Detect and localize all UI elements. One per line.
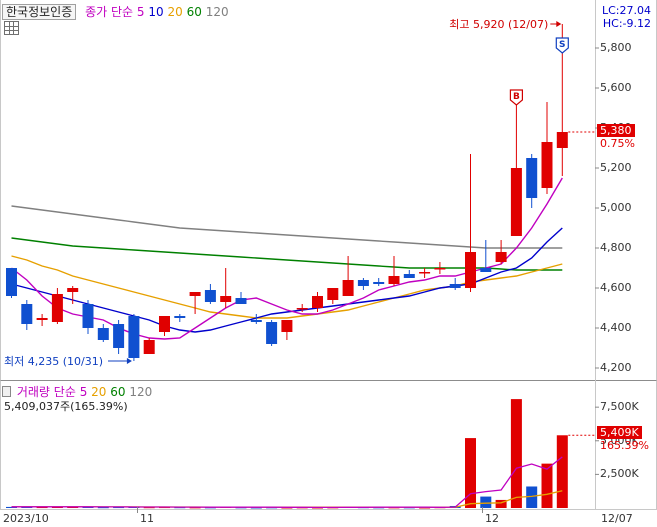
candle-body: [495, 252, 507, 262]
candle-body: [143, 340, 155, 354]
volume-bar: [510, 399, 522, 508]
candle-body: [220, 296, 232, 302]
price-chart[interactable]: 최고 5,920 (12/07) 최저 4,235 (10/31) B S: [0, 0, 657, 380]
candle-body: [342, 280, 354, 296]
ma120-line: [11, 205, 563, 249]
candle-body: [357, 280, 369, 286]
candle-body: [449, 284, 461, 288]
x-tick-nov: [137, 507, 138, 513]
candle-body: [235, 298, 247, 304]
current-change-tag: 0.75%: [600, 137, 635, 150]
price-tick-label: 4,200: [600, 361, 632, 374]
candle-body: [189, 292, 201, 296]
current-volume-pct: 165.39%: [600, 439, 649, 452]
candle-body: [6, 268, 17, 296]
low-annotation: 최저 4,235 (10/31): [4, 355, 103, 368]
candle-body: [312, 296, 323, 308]
price-tick-label: 5,200: [600, 161, 632, 174]
candle-body: [541, 142, 553, 188]
x-label-nov: 11: [140, 512, 154, 525]
candle-body: [128, 316, 140, 358]
x-label-current-date: 12/07: [601, 512, 633, 525]
candle-body: [388, 276, 400, 284]
candle-body: [526, 158, 538, 198]
candle-body: [82, 304, 94, 328]
candle-body: [296, 308, 308, 310]
x-label-dec: 12: [485, 512, 499, 525]
volume-tick-label: 7,500K: [600, 400, 639, 414]
candle-body: [434, 268, 446, 270]
candle-body: [281, 320, 293, 332]
volume-ma20-line: [11, 490, 563, 508]
ma10-line: [11, 227, 563, 333]
price-tick-label: 5,800: [600, 41, 632, 54]
buy-marker-letter: B: [513, 92, 520, 102]
candle-body: [113, 324, 125, 348]
high-annotation: 최고 5,920 (12/07): [449, 18, 548, 31]
candle-body: [327, 288, 339, 300]
price-tick-label: 4,600: [600, 281, 632, 294]
volume-bar: [556, 435, 568, 508]
candle-body: [97, 328, 109, 340]
price-tick-label: 5,600: [600, 81, 632, 94]
price-tick-label: 5,000: [600, 201, 632, 214]
candle-body: [510, 168, 522, 236]
candle-body: [266, 322, 278, 344]
volume-bar: [541, 463, 553, 508]
candle-body: [465, 252, 476, 288]
price-tick-label: 4,800: [600, 241, 632, 254]
candle-body: [250, 320, 262, 322]
candle-body: [403, 274, 415, 278]
candle-body: [36, 318, 48, 320]
candle-body: [159, 316, 170, 332]
low-arrow-head: [126, 358, 132, 364]
candle-body: [51, 294, 63, 322]
candle-body: [373, 282, 385, 284]
current-price-tag: 5,380: [597, 124, 635, 137]
candle-body: [174, 316, 186, 318]
time-axis: 2023/10 11 12 12/07: [0, 507, 657, 527]
candle-body: [480, 268, 492, 272]
stock-chart-window: 한국정보인증 종가 단순 5 10 20 60 120 LC:27.04 HC:…: [0, 0, 657, 526]
current-volume-tag: 5,409K: [597, 426, 642, 439]
x-tick-dec: [482, 507, 483, 513]
ma20-line: [11, 255, 563, 319]
ma5-line: [11, 177, 563, 340]
candle-body: [21, 304, 33, 324]
volume-ma5-line: [11, 456, 563, 509]
candle-body: [204, 290, 216, 302]
high-arrow-head: [556, 21, 562, 27]
volume-chart[interactable]: [0, 381, 657, 509]
sell-marker-letter: S: [559, 40, 565, 50]
ma60-line: [11, 237, 563, 271]
candle-body: [556, 132, 568, 148]
volume-tick-label: 2,500K: [600, 467, 639, 481]
price-tick-label: 4,400: [600, 321, 632, 334]
candle-body: [419, 272, 431, 274]
x-label-oct: 2023/10: [3, 512, 49, 525]
candle-body: [67, 288, 79, 292]
